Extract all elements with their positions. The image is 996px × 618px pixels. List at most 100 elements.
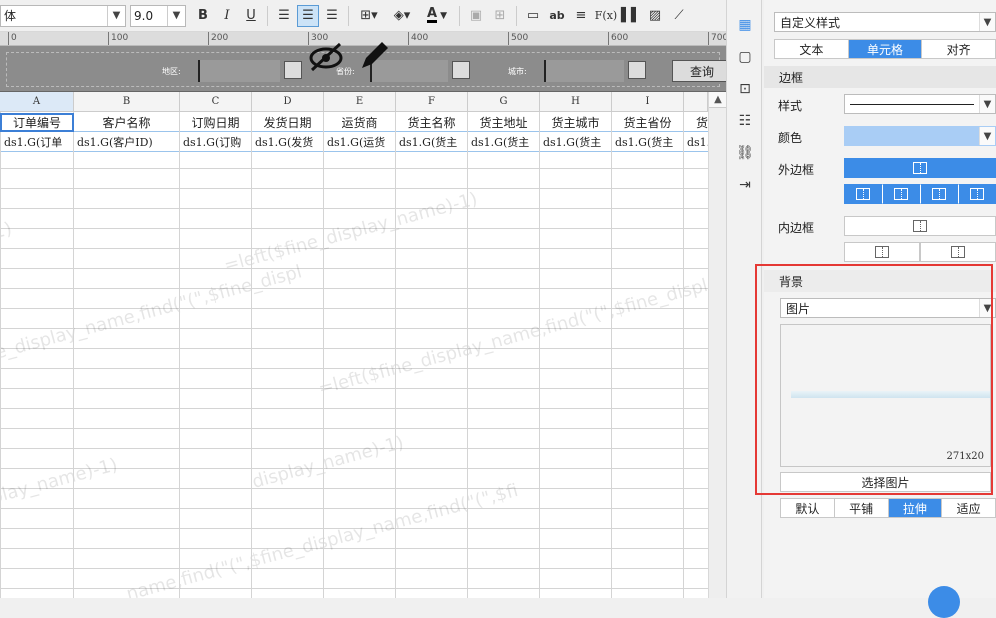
pencil-icon[interactable]: [356, 38, 392, 72]
property-sidebar-icons: ▦ ▢ ⊡ ☷ ⛓ ⇥: [726, 0, 762, 598]
outer-border-all-button[interactable]: [844, 158, 996, 178]
tab-text[interactable]: 文本: [775, 40, 849, 58]
border-color-select[interactable]: ▼: [844, 126, 996, 146]
column-header-d[interactable]: D: [252, 92, 324, 112]
font-name-combo[interactable]: 体 ▼: [0, 4, 126, 27]
border-top-button[interactable]: [844, 184, 882, 204]
align-left-icon[interactable]: ☰: [273, 5, 295, 27]
data-cell[interactable]: ds1.G(货主: [468, 133, 539, 152]
column-header-h[interactable]: H: [540, 92, 612, 112]
preview-image: [791, 391, 990, 398]
underline-button[interactable]: U: [240, 5, 262, 27]
italic-button[interactable]: I: [216, 5, 238, 27]
condition-attributes-icon[interactable]: ☷: [734, 110, 756, 132]
fill-mode-default[interactable]: 默认: [781, 499, 835, 517]
header-cell[interactable]: 货主省份: [612, 113, 683, 132]
data-cell[interactable]: ds1.G(客户ID): [74, 133, 179, 152]
choose-image-button[interactable]: 选择图片: [780, 472, 991, 492]
city-input[interactable]: [544, 60, 624, 82]
cell-attributes-icon[interactable]: ▦: [734, 14, 756, 36]
border-right-button[interactable]: [958, 184, 996, 204]
background-type-select[interactable]: 图片 ▼: [780, 298, 996, 318]
field-icon[interactable]: ▭: [522, 5, 544, 27]
city-picker-icon[interactable]: [628, 61, 646, 79]
column-header-b[interactable]: B: [74, 92, 180, 112]
hyperlink-icon[interactable]: ⛓: [734, 142, 756, 164]
border-section-header[interactable]: 边框: [764, 66, 996, 88]
column-header-f[interactable]: F: [396, 92, 468, 112]
border-left-button[interactable]: [882, 184, 920, 204]
fill-mode-fit[interactable]: 适应: [942, 499, 995, 517]
header-cell[interactable]: 订购日期: [180, 113, 251, 132]
border-bottom-button[interactable]: [920, 184, 958, 204]
text-color-button[interactable]: A ▼: [420, 5, 454, 27]
header-cell[interactable]: 发货日期: [252, 113, 323, 132]
header-cell[interactable]: 货: [684, 113, 708, 132]
data-cell[interactable]: ds1.G(货主: [540, 133, 611, 152]
data-cell[interactable]: ds1.G(发货: [252, 133, 323, 152]
scroll-up-icon[interactable]: ▲: [709, 92, 726, 108]
tab-cell[interactable]: 单元格: [848, 40, 923, 58]
fill-mode-tile[interactable]: 平铺: [835, 499, 889, 517]
border-icon[interactable]: ⊞▾: [354, 5, 384, 27]
region-picker-icon[interactable]: [284, 61, 302, 79]
data-cell[interactable]: ds1.: [684, 133, 708, 152]
widget-settings-icon[interactable]: ⊡: [734, 78, 756, 100]
help-button[interactable]: [928, 586, 960, 618]
header-cell[interactable]: 订单编号: [0, 113, 74, 132]
header-cell[interactable]: 运货商: [324, 113, 395, 132]
text-wrap-button[interactable]: ab: [546, 5, 568, 27]
ruler-tick: 0: [8, 32, 17, 45]
data-cell[interactable]: ds1.G(订单: [1, 133, 73, 152]
inner-border-all-button[interactable]: [844, 216, 996, 236]
column-header-g[interactable]: G: [468, 92, 540, 112]
split-cells-icon[interactable]: ⊞: [489, 5, 511, 27]
tab-align[interactable]: 对齐: [922, 40, 995, 58]
province-picker-icon[interactable]: [452, 61, 470, 79]
column-header-i[interactable]: I: [612, 92, 684, 112]
chevron-down-icon[interactable]: ▼: [979, 95, 995, 113]
column-header-a[interactable]: A: [0, 92, 74, 112]
chevron-down-icon[interactable]: ▼: [979, 127, 995, 145]
chart-icon[interactable]: ▌▌: [620, 5, 642, 27]
background-section-header[interactable]: 背景: [764, 270, 996, 292]
header-cell[interactable]: 货主名称: [396, 113, 467, 132]
chevron-down-icon[interactable]: ▼: [979, 13, 995, 31]
header-cell[interactable]: 货主地址: [468, 113, 539, 132]
slash-icon[interactable]: ⟋: [668, 5, 690, 27]
column-header-e[interactable]: E: [324, 92, 396, 112]
bold-button[interactable]: B: [192, 5, 214, 27]
inner-border-horizontal-button[interactable]: [844, 242, 920, 262]
data-cell[interactable]: ds1.G(货主: [612, 133, 683, 152]
column-header-j[interactable]: [684, 92, 708, 112]
list-icon[interactable]: ≡: [570, 5, 592, 27]
style-preset-select[interactable]: 自定义样式 ▼: [774, 12, 996, 32]
image-icon[interactable]: ▨: [644, 5, 666, 27]
fill-color-icon[interactable]: ◈▾: [386, 5, 418, 27]
data-cell[interactable]: ds1.G(货主: [396, 133, 467, 152]
vertical-scrollbar[interactable]: ▲: [708, 92, 726, 598]
fill-mode-stretch[interactable]: 拉伸: [888, 499, 943, 517]
column-header-c[interactable]: C: [180, 92, 252, 112]
style-preset-value: 自定义样式: [780, 15, 841, 30]
font-size-combo[interactable]: 9.0 ▼: [130, 4, 186, 27]
inner-border-vertical-button[interactable]: [920, 242, 996, 262]
chevron-down-icon[interactable]: ▼: [979, 299, 995, 317]
chevron-down-icon[interactable]: ▼: [167, 5, 185, 26]
chevron-down-icon[interactable]: ▼: [107, 5, 125, 26]
header-cell[interactable]: 货主城市: [540, 113, 611, 132]
query-button[interactable]: 查询: [672, 60, 732, 82]
align-right-icon[interactable]: ☰: [321, 5, 343, 27]
header-cell[interactable]: 客户名称: [74, 113, 179, 132]
spreadsheet[interactable]: )-1) =left($fine_display_name)-1) e_disp…: [0, 92, 726, 598]
merge-cells-icon[interactable]: ▣: [465, 5, 487, 27]
data-cell[interactable]: ds1.G(订购: [180, 133, 251, 152]
align-center-icon[interactable]: ☰: [297, 4, 319, 27]
region-input[interactable]: [198, 60, 280, 82]
formula-button[interactable]: F(x): [594, 5, 618, 27]
import-icon[interactable]: ⇥: [734, 174, 756, 196]
cell-element-icon[interactable]: ▢: [734, 46, 756, 68]
border-style-select[interactable]: ▼: [844, 94, 996, 114]
parameter-panel[interactable]: 地区: 省份: 城市: 查询: [0, 42, 732, 92]
data-cell[interactable]: ds1.G(运货: [324, 133, 395, 152]
